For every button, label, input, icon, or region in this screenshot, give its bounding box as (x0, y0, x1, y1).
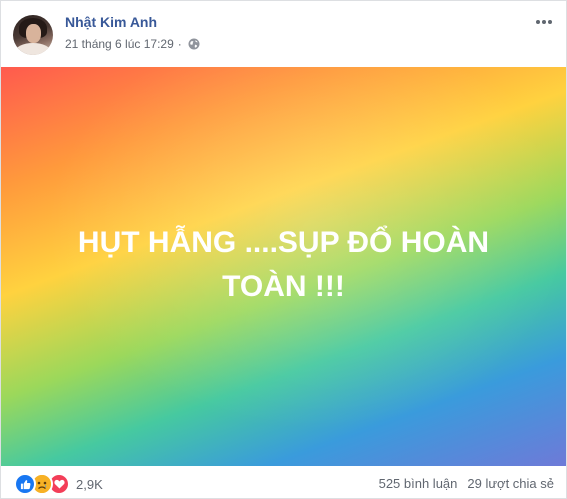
image-text-line-2: TOÀN !!! (222, 270, 345, 303)
post-image[interactable]: HỤT HẪNG ....SỤP ĐỔ HOÀN TOÀN !!! (1, 67, 566, 466)
engagement-stats: 525 bình luận 29 lượt chia sẻ (379, 476, 554, 491)
share-count[interactable]: 29 lượt chia sẻ (467, 476, 554, 491)
post-image-text: HỤT HẪNG ....SỤP ĐỔ HOÀN TOÀN !!! (31, 221, 536, 309)
author-name[interactable]: Nhật Kim Anh (65, 14, 157, 30)
globe-icon[interactable] (188, 38, 200, 50)
facebook-post: Nhật Kim Anh 21 tháng 6 lúc 17:29 · HỤT … (0, 0, 567, 499)
post-footer: 2,9K 525 bình luận 29 lượt chia sẻ (1, 466, 566, 499)
reaction-summary[interactable]: 2,9K (14, 473, 103, 495)
more-options-icon[interactable] (534, 15, 554, 29)
meta-separator: · (177, 37, 182, 51)
avatar-face (26, 24, 41, 43)
post-meta: 21 tháng 6 lúc 17:29 · (65, 37, 200, 51)
image-text-line-1: HỤT HẪNG ....SỤP ĐỔ HOÀN (77, 226, 490, 259)
avatar[interactable] (13, 15, 53, 55)
reaction-count[interactable]: 2,9K (76, 477, 103, 492)
avatar-shoulder (15, 43, 51, 55)
like-icon (14, 473, 36, 495)
post-header: Nhật Kim Anh 21 tháng 6 lúc 17:29 · (1, 1, 566, 67)
post-timestamp[interactable]: 21 tháng 6 lúc 17:29 (65, 37, 174, 51)
comment-count[interactable]: 525 bình luận (379, 476, 458, 491)
